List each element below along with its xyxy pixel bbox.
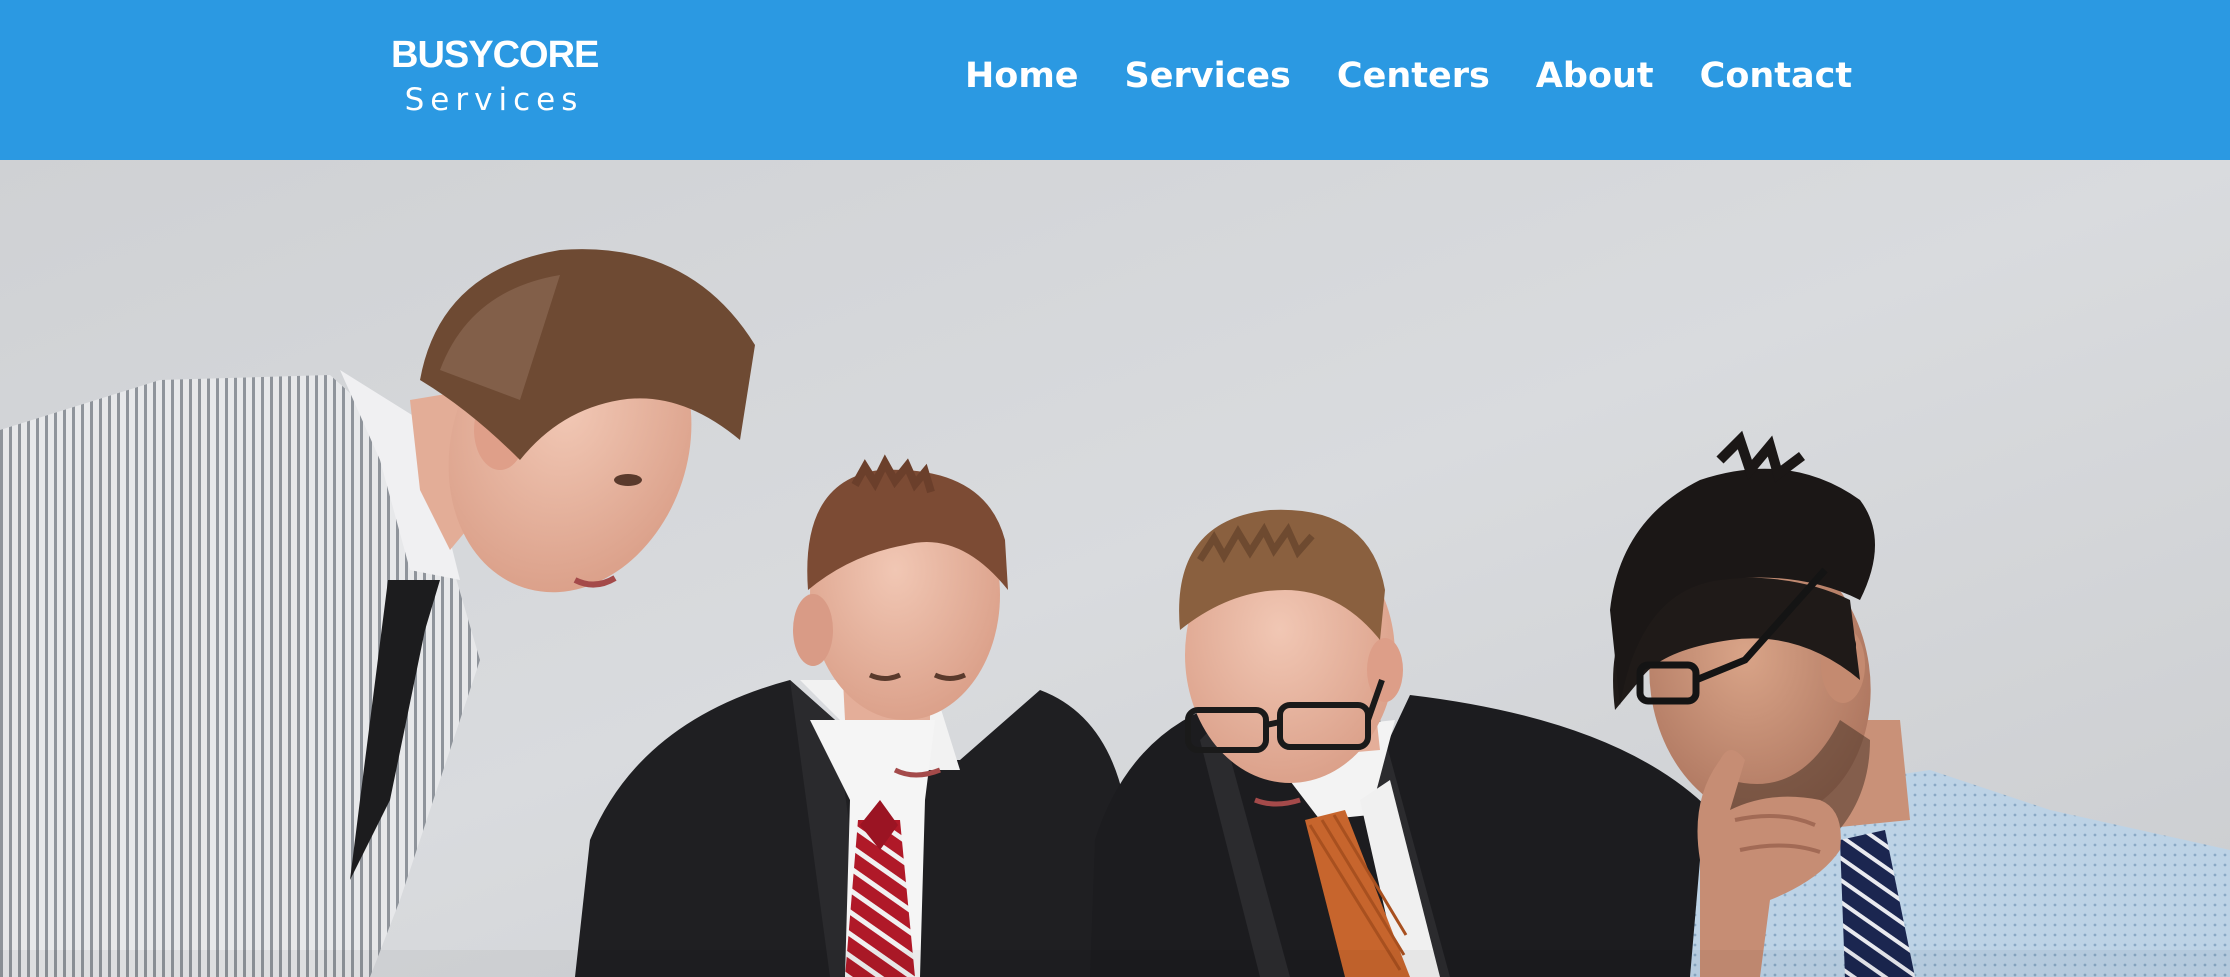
hero-section [0, 160, 2230, 977]
nav-contact-link[interactable]: Contact [1700, 48, 1852, 104]
nav-about-link[interactable]: About [1536, 48, 1654, 104]
nav-services-link[interactable]: Services [1125, 48, 1291, 104]
main-nav: Home Services Centers About Contact [965, 48, 1852, 104]
brand-logo[interactable]: BUSYCORE Services [391, 34, 599, 118]
site-header: BUSYCORE Services Home Services Centers … [0, 0, 2230, 160]
hero-image [0, 160, 2230, 977]
brand-tagline: Services [404, 82, 584, 118]
brand-name: BUSYCORE [391, 34, 599, 76]
nav-home-link[interactable]: Home [965, 48, 1079, 104]
nav-centers-link[interactable]: Centers [1337, 48, 1490, 104]
